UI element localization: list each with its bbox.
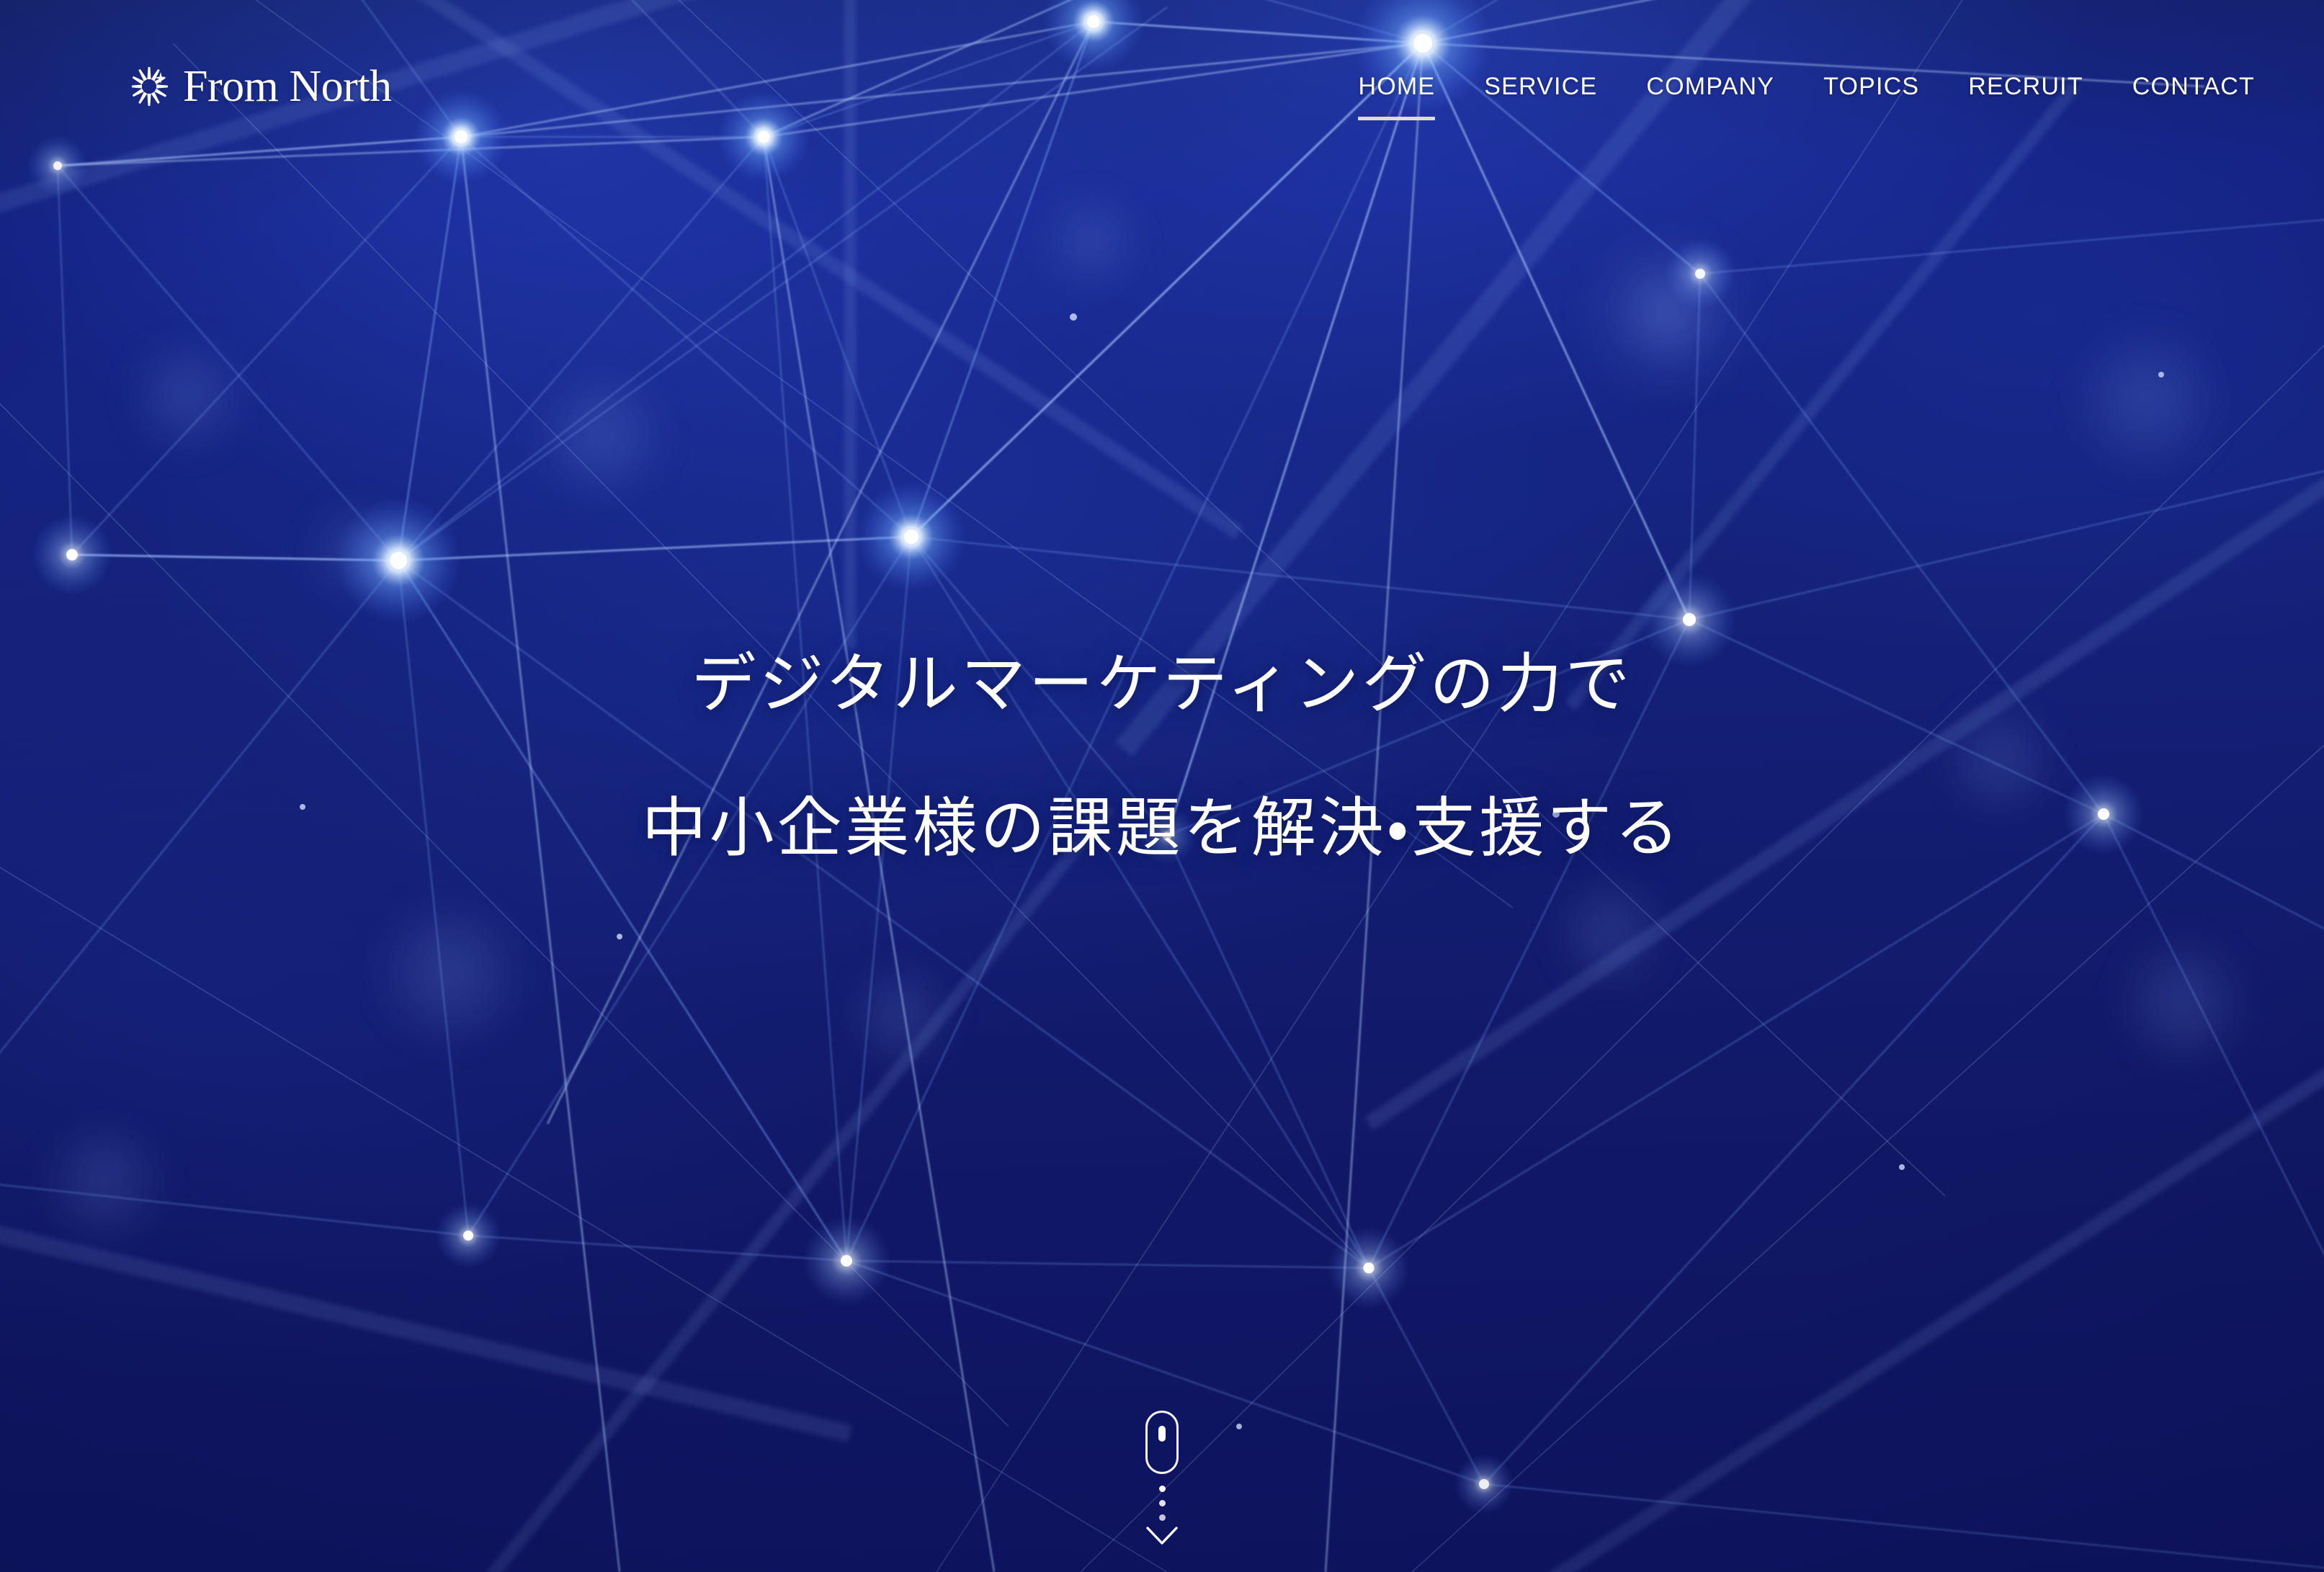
- nav-item-home[interactable]: HOME: [1333, 73, 1460, 120]
- nav-item-contact[interactable]: CONTACT: [2108, 74, 2279, 99]
- nav-active-underline: [1358, 117, 1436, 120]
- scroll-dot: [1158, 1486, 1166, 1492]
- logo-wordmark: From North: [183, 62, 392, 111]
- headline-line-1: デジタルマーケティングの力で: [691, 648, 1633, 720]
- main-navigation: HOME SERVICE COMPANY TOPICS RECRUIT CONT…: [1333, 73, 2279, 120]
- nav-label: SERVICE: [1484, 73, 1598, 100]
- nav-item-recruit[interactable]: RECRUIT: [1944, 74, 2108, 99]
- nav-label: TOPICS: [1823, 73, 1920, 100]
- scroll-down-indicator[interactable]: [1145, 1411, 1179, 1547]
- starburst-icon: [132, 67, 168, 106]
- scroll-dots: [1158, 1486, 1166, 1521]
- hero-section: From North HOME SERVICE COMPANY TOPICS R…: [0, 0, 2324, 1572]
- nav-label: HOME: [1358, 73, 1436, 100]
- site-logo[interactable]: From North: [127, 64, 392, 109]
- nav-item-company[interactable]: COMPANY: [1622, 74, 1799, 99]
- headline-line-2: 中小企業様の課題を解決・支援する: [641, 792, 1683, 865]
- mouse-scroll-icon: [1145, 1411, 1179, 1474]
- mouse-wheel-icon: [1158, 1426, 1166, 1442]
- nav-item-topics[interactable]: TOPICS: [1799, 74, 1944, 99]
- nav-item-service[interactable]: SERVICE: [1460, 74, 1622, 99]
- nav-label: RECRUIT: [1968, 73, 2083, 100]
- nav-label: CONTACT: [2132, 73, 2255, 100]
- scroll-dot: [1158, 1514, 1166, 1521]
- site-header: From North HOME SERVICE COMPANY TOPICS R…: [0, 0, 2324, 173]
- hero-headline: デジタルマーケティングの力で 中小企業様の課題を解決・支援する: [0, 652, 2324, 861]
- scroll-dot: [1158, 1500, 1166, 1506]
- nav-label: COMPANY: [1646, 73, 1775, 100]
- chevron-down-icon: [1146, 1527, 1178, 1545]
